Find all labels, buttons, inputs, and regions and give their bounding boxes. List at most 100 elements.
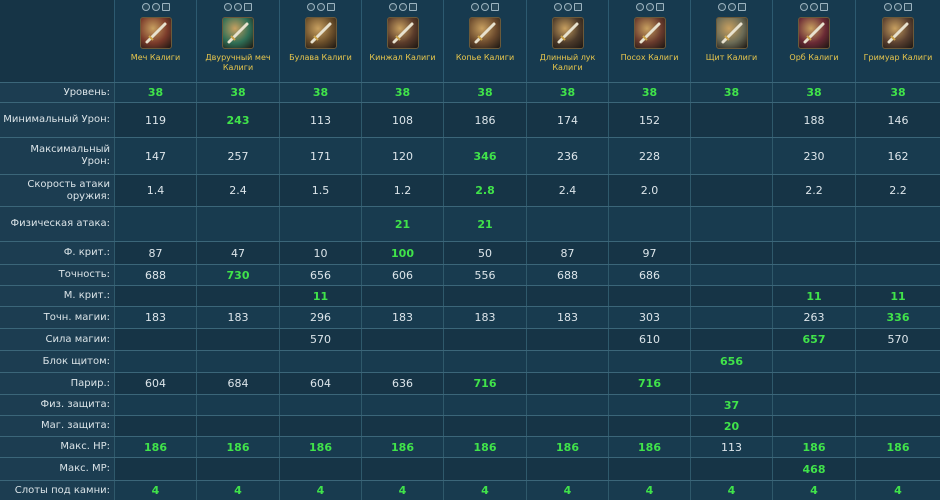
item-column-1[interactable]: Двуручный меч Калиги [196, 0, 279, 82]
sword-icon[interactable] [139, 17, 172, 49]
pin-icon[interactable] [737, 3, 746, 11]
stat-cell [855, 207, 940, 241]
stat-cell: 113 [690, 437, 772, 457]
magnify-icon[interactable] [388, 3, 397, 11]
item-controls [691, 3, 772, 11]
stat-cell [855, 416, 940, 436]
stat-cell [114, 395, 196, 415]
item-column-9[interactable]: Гримуар Калиги [855, 0, 940, 82]
stat-label: Физическая атака: [0, 207, 114, 241]
stat-cell: 1.4 [114, 175, 196, 206]
item-name: Щит Калиги [705, 53, 758, 62]
pin-icon[interactable] [244, 3, 252, 11]
stat-cell: 38 [772, 83, 855, 102]
info-icon[interactable] [316, 3, 325, 11]
info-icon[interactable] [481, 3, 489, 11]
mace-icon[interactable] [304, 17, 337, 49]
stat-cell: 186 [526, 437, 608, 457]
magnify-icon[interactable] [553, 3, 562, 11]
stat-cell: 171 [279, 138, 361, 174]
item-column-7[interactable]: Щит Калиги [690, 0, 772, 82]
item-column-2[interactable]: Булава Калиги [279, 0, 361, 82]
stat-cell: 38 [608, 83, 690, 102]
pin-icon[interactable] [491, 3, 499, 11]
item-column-0[interactable]: Меч Калиги [114, 0, 196, 82]
magnify-icon[interactable] [141, 3, 150, 11]
stat-row: Максимальный Урон: 147 257 171 120 346 236 228 2… [0, 137, 940, 174]
stat-row: Уровень: 38 38 38 38 38 38 38 38 38 38 [0, 82, 940, 102]
longbow-icon[interactable] [551, 17, 584, 49]
stat-row: М. крит.: 11 11 11 [0, 285, 940, 306]
pin-icon[interactable] [573, 3, 582, 11]
stat-label: Макс. MP: [0, 458, 114, 480]
stat-cell: 716 [443, 373, 526, 394]
info-icon[interactable] [563, 3, 572, 11]
pin-icon[interactable] [820, 3, 828, 11]
stat-cell [855, 458, 940, 480]
stat-label: Сила магии: [0, 329, 114, 350]
staff-icon[interactable] [633, 17, 666, 49]
magnify-icon[interactable] [717, 3, 726, 11]
item-column-5[interactable]: Длинный лук Калиги [526, 0, 608, 82]
stat-label: Блок щитом: [0, 351, 114, 372]
pin-icon[interactable] [655, 3, 664, 11]
stat-cell: 296 [279, 307, 361, 328]
stat-cell [279, 395, 361, 415]
stat-row: Сила магии: 570 610 657 570 [0, 328, 940, 350]
stat-row: Макс. HP: 186 186 186 186 186 186 186 113 186 186 [0, 436, 940, 457]
info-icon[interactable] [645, 3, 654, 11]
stat-cell [443, 286, 526, 306]
stat-row: Точность: 688 730 656 606 556 688 686 [0, 264, 940, 285]
stat-row: Минимальный Урон: 119 243 113 108 186 174 152 18… [0, 102, 940, 137]
stat-cell: 570 [279, 329, 361, 350]
info-icon[interactable] [151, 3, 160, 11]
stat-cell [114, 286, 196, 306]
stat-cell [690, 329, 772, 350]
info-icon[interactable] [894, 3, 902, 11]
pin-icon[interactable] [408, 3, 417, 11]
pin-icon[interactable] [326, 3, 335, 11]
magnify-icon[interactable] [884, 3, 892, 11]
item-controls [280, 3, 361, 11]
stat-cell: 236 [526, 138, 608, 174]
info-icon[interactable] [810, 3, 818, 11]
header-corner [0, 0, 114, 82]
stat-cell: 186 [114, 437, 196, 457]
stat-cell: 146 [855, 103, 940, 137]
magnify-icon[interactable] [471, 3, 479, 11]
stat-label: Точн. магии: [0, 307, 114, 328]
pin-icon[interactable] [161, 3, 170, 11]
magnify-icon[interactable] [224, 3, 232, 11]
stat-cell: 2.2 [855, 175, 940, 206]
spear-icon[interactable] [469, 17, 501, 49]
stat-cell [772, 207, 855, 241]
info-icon[interactable] [398, 3, 407, 11]
info-icon[interactable] [234, 3, 242, 11]
magnify-icon[interactable] [306, 3, 315, 11]
item-header-row: Меч Калиги Двуручный меч Калиги Булава Кал… [0, 0, 940, 82]
stat-cell [443, 416, 526, 436]
stat-cell: 1.2 [361, 175, 443, 206]
item-column-4[interactable]: Копье Калиги [443, 0, 526, 82]
stat-label: Маг. защита: [0, 416, 114, 436]
item-column-8[interactable]: Орб Калиги [772, 0, 855, 82]
magnify-icon[interactable] [635, 3, 644, 11]
stat-cell: 162 [855, 138, 940, 174]
info-icon[interactable] [727, 3, 736, 11]
pin-icon[interactable] [904, 3, 912, 11]
shield-icon[interactable] [715, 17, 748, 49]
orb-icon[interactable] [798, 17, 830, 49]
stat-cell: 2.4 [196, 175, 279, 206]
grimoire-icon[interactable] [882, 17, 914, 49]
stat-cell: 4 [855, 481, 940, 500]
item-column-6[interactable]: Посох Калиги [608, 0, 690, 82]
dagger-icon[interactable] [386, 17, 419, 49]
stat-cell: 87 [114, 242, 196, 264]
stat-cell: 11 [279, 286, 361, 306]
greatsword-icon[interactable] [222, 17, 254, 49]
stat-cell: 336 [855, 307, 940, 328]
item-column-3[interactable]: Кинжал Калиги [361, 0, 443, 82]
stat-cell: 656 [690, 351, 772, 372]
magnify-icon[interactable] [800, 3, 808, 11]
stat-cell: 20 [690, 416, 772, 436]
